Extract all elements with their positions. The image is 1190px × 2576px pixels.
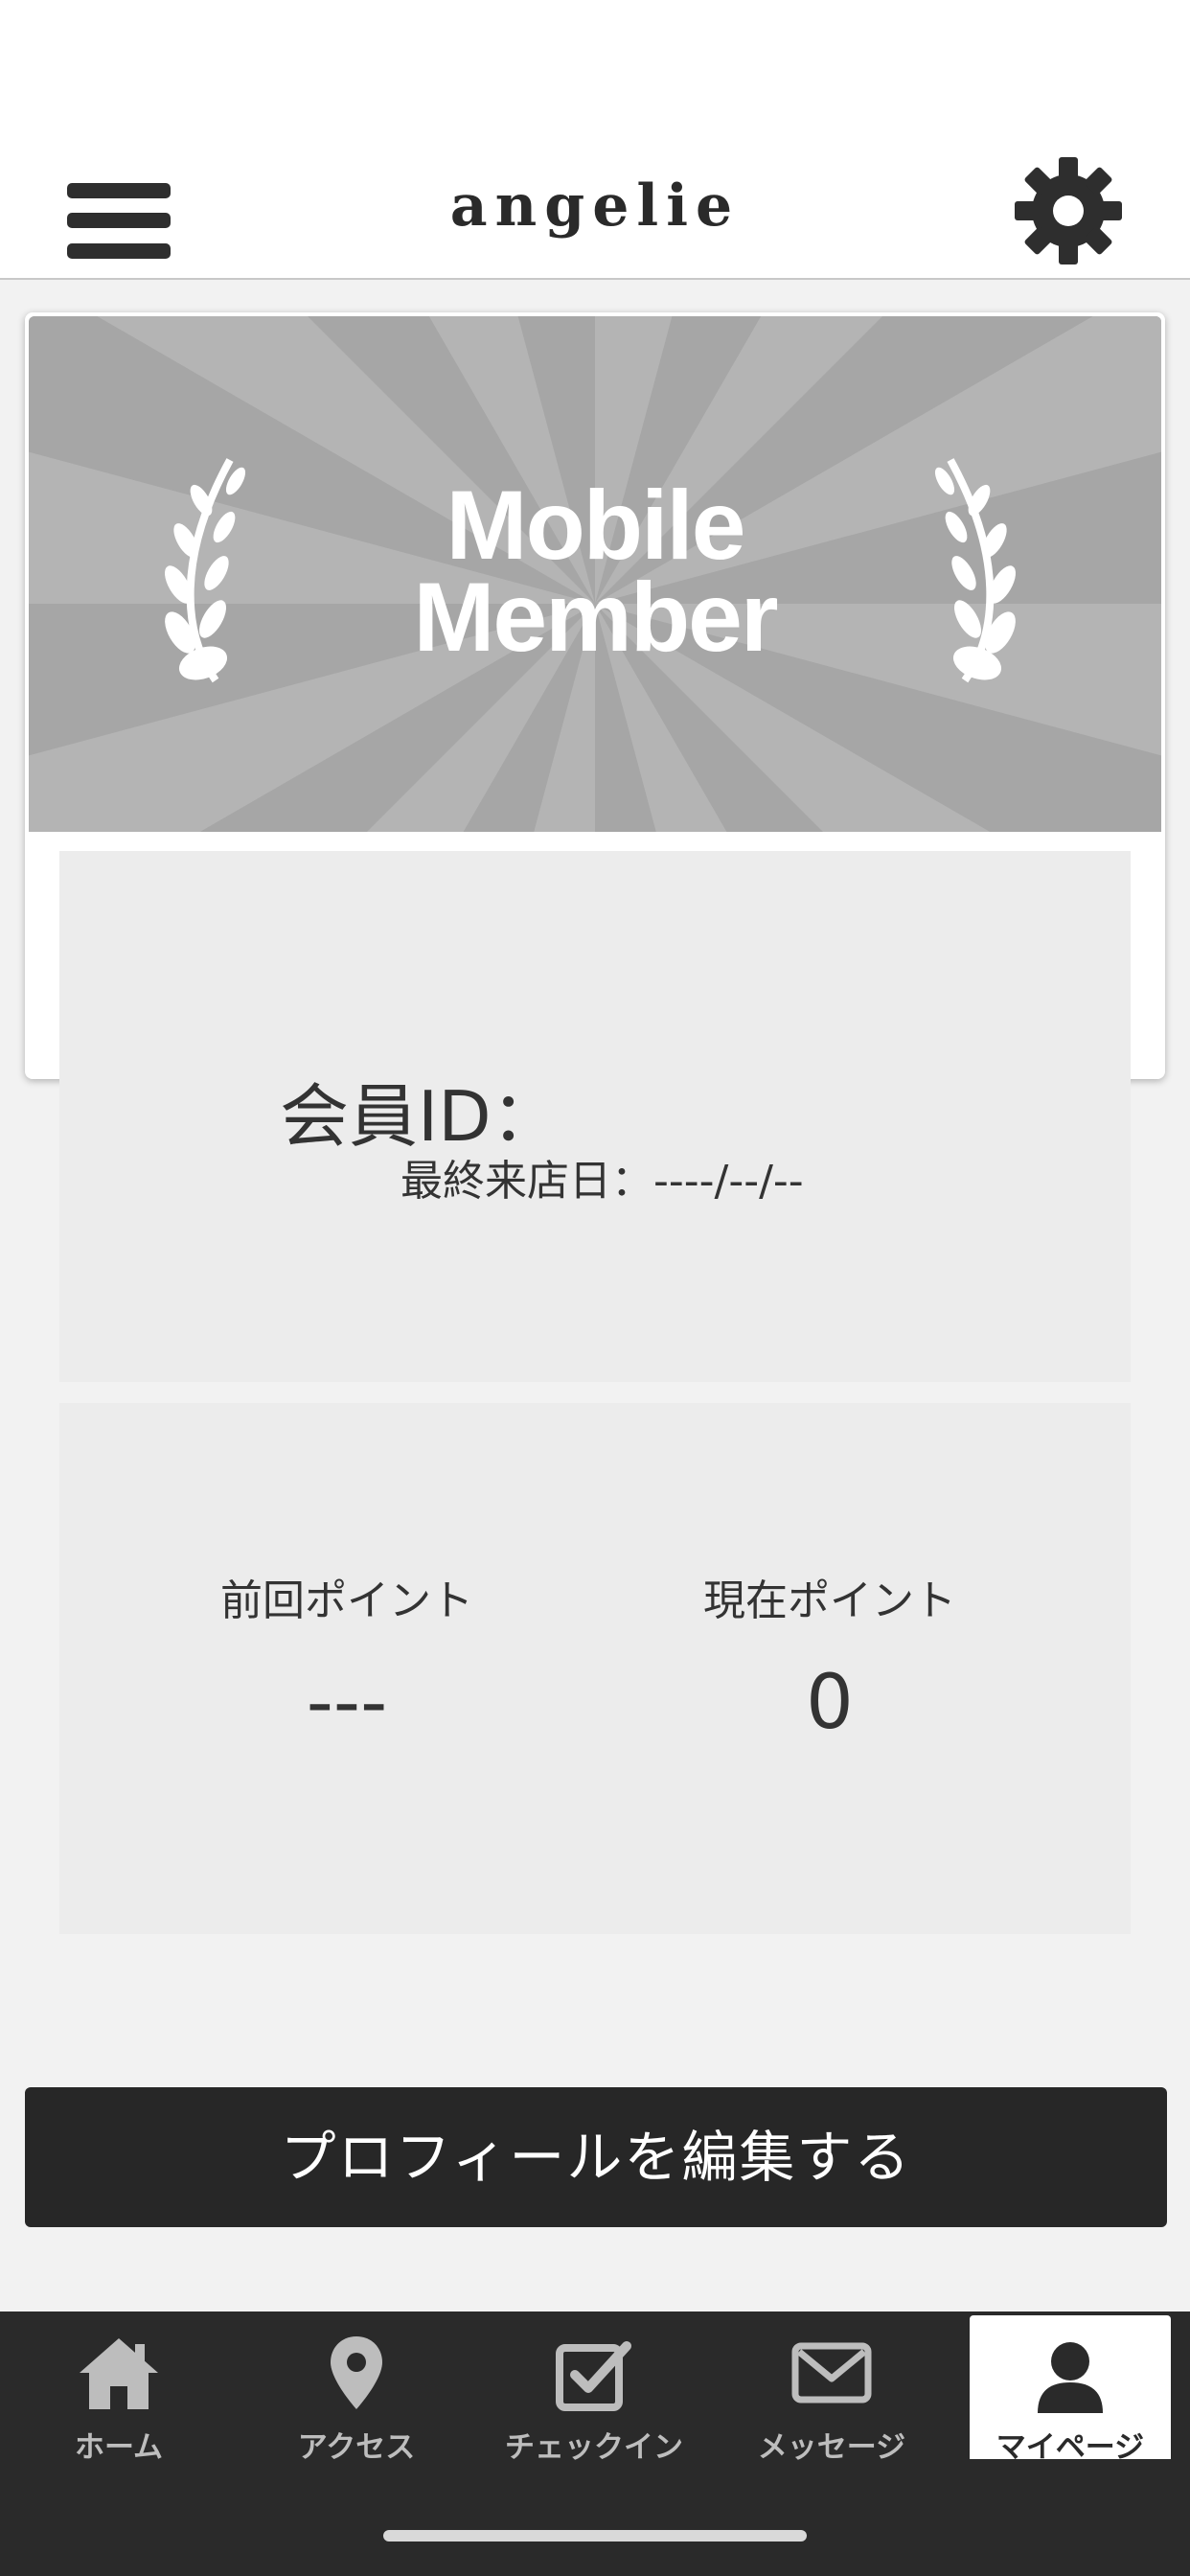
previous-points: 前回ポイント --- bbox=[107, 1566, 586, 1746]
banner-title: Mobile Member bbox=[29, 471, 1161, 672]
status-bar bbox=[0, 0, 1190, 144]
home-indicator bbox=[383, 2530, 807, 2542]
tab-label: ホーム bbox=[74, 2430, 164, 2465]
tab-access[interactable]: アクセス bbox=[238, 2312, 475, 2465]
last-visit-date: 最終来店日：----/--/-- bbox=[400, 1157, 804, 1206]
previous-points-value: --- bbox=[306, 1660, 388, 1746]
tab-checkin[interactable]: チェックイン bbox=[475, 2312, 713, 2465]
banner-title-line: Mobile bbox=[446, 471, 746, 580]
banner-title-line: Member bbox=[413, 563, 778, 672]
envelope-icon bbox=[791, 2342, 872, 2404]
current-points-label: 現在ポイント bbox=[703, 1576, 956, 1625]
app-header: angelie bbox=[0, 144, 1190, 280]
checkbox-icon bbox=[556, 2341, 631, 2411]
home-icon bbox=[80, 2338, 158, 2409]
member-card: Mobile Member 会員ID： 最終来店日：----/--/-- 前回ポ… bbox=[25, 312, 1165, 1934]
settings-button[interactable] bbox=[1011, 153, 1126, 268]
tab-label: メッセージ bbox=[757, 2430, 906, 2465]
tab-label: チェックイン bbox=[505, 2430, 683, 2465]
previous-points-label: 前回ポイント bbox=[220, 1576, 473, 1625]
map-pin-icon bbox=[331, 2336, 382, 2409]
current-points: 現在ポイント 0 bbox=[590, 1566, 1069, 1746]
user-icon bbox=[1038, 2342, 1103, 2413]
tab-label: アクセス bbox=[297, 2430, 416, 2465]
member-id-panel: 会員ID： 最終来店日：----/--/-- bbox=[59, 851, 1131, 1382]
edit-profile-button[interactable]: プロフィールを編集する bbox=[25, 2087, 1167, 2227]
tab-mypage[interactable]: マイページ bbox=[970, 2315, 1171, 2465]
member-banner: Mobile Member bbox=[29, 316, 1161, 832]
menu-bar bbox=[67, 243, 171, 259]
tab-messages[interactable]: メッセージ bbox=[713, 2312, 950, 2465]
bottom-tab-bar: ホーム アクセス チェックイン メッセージ マイページ bbox=[0, 2312, 1190, 2576]
current-points-value: 0 bbox=[806, 1660, 854, 1746]
tab-home[interactable]: ホーム bbox=[0, 2312, 238, 2465]
points-panel: 前回ポイント --- 現在ポイント 0 bbox=[59, 1403, 1131, 1934]
tab-label: マイページ bbox=[995, 2430, 1145, 2465]
gear-icon bbox=[1015, 157, 1122, 264]
